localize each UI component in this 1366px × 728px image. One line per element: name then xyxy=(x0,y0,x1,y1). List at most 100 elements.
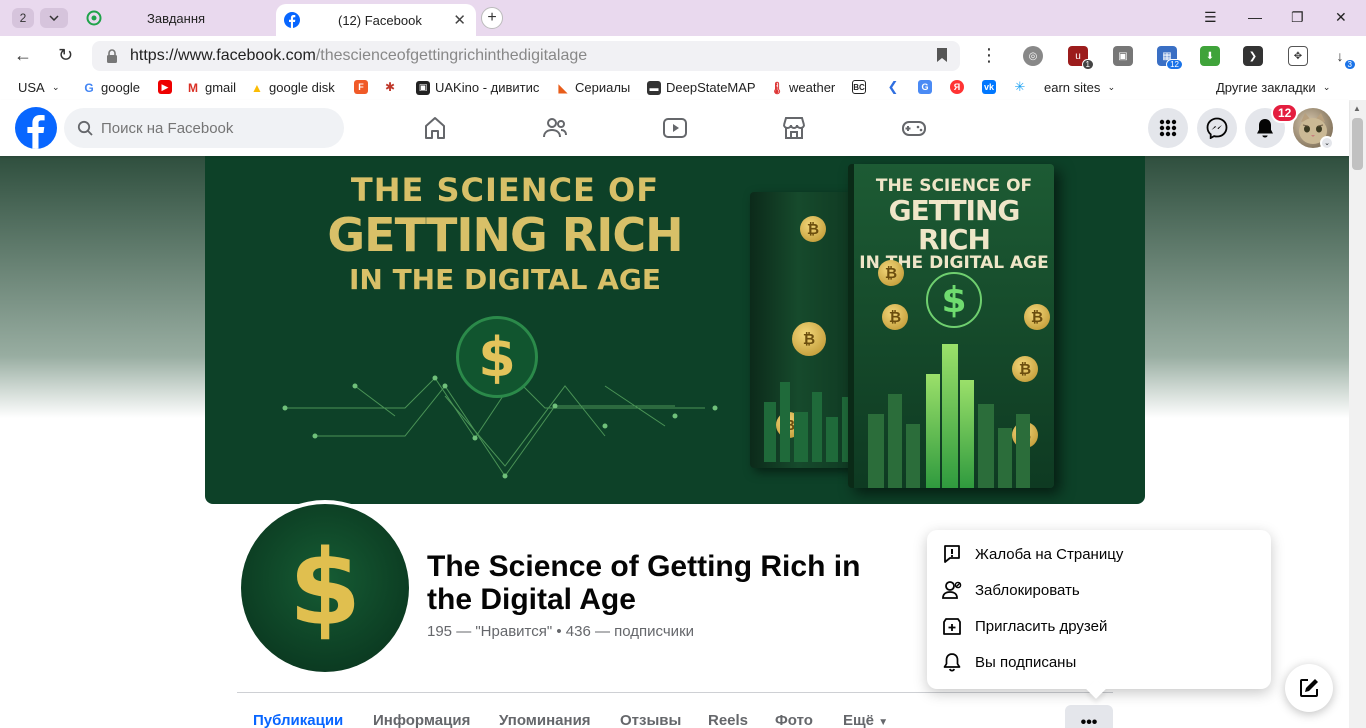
bookmark-arrow-site[interactable]: ❮ xyxy=(886,79,905,94)
page-scrollbar[interactable]: ▲ xyxy=(1349,100,1366,728)
chevron-down-icon: ⌄ xyxy=(51,82,60,92)
tab-zavdannya[interactable]: Завдання xyxy=(78,4,274,32)
facebook-search-box[interactable] xyxy=(64,108,344,148)
friends-nav-icon[interactable] xyxy=(541,114,569,142)
report-icon xyxy=(941,543,963,565)
tab-photos[interactable]: Фото xyxy=(775,712,813,728)
chevron-down-icon: ⌄ xyxy=(1322,82,1331,92)
menu-grid-icon[interactable] xyxy=(1148,108,1188,148)
snowflake-icon: ✳ xyxy=(1013,79,1027,94)
page-more-options-button[interactable]: ••• xyxy=(1065,705,1113,728)
bitcoin-icon: ₿ xyxy=(1024,304,1050,330)
bookmark-icon[interactable] xyxy=(936,47,948,63)
download-extension-icon[interactable]: ⬇ xyxy=(1200,46,1220,66)
bookmark-star-site[interactable]: ✱ xyxy=(383,80,402,94)
search-input[interactable] xyxy=(101,119,321,137)
translate-icon: G xyxy=(918,80,932,94)
bookmarks-bar: USA ⌄ Ggoogle ▶ Mgmail ▲ google disk F ✱ … xyxy=(0,76,1366,100)
page-title: The Science of Getting Rich in the Digit… xyxy=(427,550,861,616)
gmail-icon: M xyxy=(186,80,200,95)
tab-list-chevron-icon[interactable] xyxy=(40,8,68,28)
bookmark-vk[interactable]: vk xyxy=(982,80,1001,94)
dollar-circle-icon: $ xyxy=(926,272,982,328)
downloads-icon[interactable]: ↓ 3 xyxy=(1330,46,1356,70)
new-message-compose-button[interactable] xyxy=(1285,664,1333,712)
invite-icon xyxy=(941,615,963,637)
puzzle-extension-icon[interactable]: ✥ xyxy=(1288,46,1308,66)
tabs-divider xyxy=(237,692,1113,693)
url-field[interactable]: https://www.facebook.com/thescienceofget… xyxy=(92,41,960,71)
cover-photo[interactable]: THE SCIENCE OF GETTING RICH IN THE DIGIT… xyxy=(205,156,1145,504)
home-nav-icon[interactable] xyxy=(421,114,449,142)
bookmark-deepstatemap[interactable]: ▬ DeepStateMAP xyxy=(647,80,756,95)
bookmark-other-folder[interactable]: Другие закладки ⌄ xyxy=(1216,80,1330,95)
dropdown-item-label: Пригласить друзей xyxy=(975,617,1108,635)
bookmark-google[interactable]: Ggoogle xyxy=(82,80,140,95)
messenger-icon[interactable] xyxy=(1197,108,1237,148)
browser-menu-icon[interactable]: ☰ xyxy=(1204,9,1217,26)
dropdown-report-page[interactable]: Жалоба на Страницу xyxy=(941,540,1257,568)
tab-info[interactable]: Информация xyxy=(373,712,470,728)
block-user-icon xyxy=(941,579,963,601)
notifications-count-badge: 12 xyxy=(1271,103,1299,123)
tabs-extension-icon[interactable]: ▦ 12 xyxy=(1157,46,1183,70)
dropdown-invite-friends[interactable]: Пригласить друзей xyxy=(941,612,1257,640)
bookmark-google-disk[interactable]: ▲ google disk xyxy=(250,80,335,95)
yandex-icon: Я xyxy=(950,80,964,94)
city-skyline-decoration xyxy=(868,344,1030,488)
back-arrow-icon[interactable]: ← xyxy=(14,45,32,66)
bookmark-serialy[interactable]: ◣ Сериалы xyxy=(556,80,630,95)
globe-extension-icon[interactable]: ◎ xyxy=(1023,46,1043,66)
tab-reels[interactable]: Reels xyxy=(708,712,748,728)
tab-mentions[interactable]: Упоминания xyxy=(499,712,591,728)
video-nav-icon[interactable] xyxy=(661,114,689,142)
restore-icon[interactable]: ❐ xyxy=(1291,9,1304,26)
bookmark-bc[interactable]: BC xyxy=(852,80,871,94)
reload-icon[interactable]: ↻ xyxy=(58,45,73,66)
facebook-logo-icon[interactable] xyxy=(15,107,57,149)
minimize-icon[interactable]: — xyxy=(1248,9,1262,25)
fox-icon: ◣ xyxy=(556,80,570,95)
bookmark-uakino[interactable]: ▣ UAKino - дивитис xyxy=(416,80,539,95)
bookmark-snowflake[interactable]: ✳ xyxy=(1013,79,1032,94)
bookmark-usa-folder[interactable]: USA ⌄ xyxy=(18,80,60,95)
tab-count-button[interactable]: 2 xyxy=(12,8,34,28)
scrollbar-thumb[interactable] xyxy=(1352,118,1363,170)
bitcoin-icon: ₿ xyxy=(792,322,826,356)
bookmark-youtube[interactable]: ▶ xyxy=(158,80,177,94)
tab-facebook[interactable]: (12) Facebook ✕ xyxy=(276,4,476,36)
briefcase-extension-icon[interactable]: ▣ xyxy=(1113,46,1133,66)
f-site-icon: F xyxy=(354,80,368,94)
browser-tab-bar: 2 Завдання (12) Facebook ✕ + ☰ — ❐ ✕ xyxy=(0,0,1366,36)
dropdown-block[interactable]: Заблокировать xyxy=(941,576,1257,604)
facebook-header: ⌄ xyxy=(0,100,1349,156)
bookmark-gmail[interactable]: Mgmail xyxy=(186,80,236,95)
close-window-icon[interactable]: ✕ xyxy=(1335,9,1347,26)
close-tab-icon[interactable]: ✕ xyxy=(453,11,466,29)
ublock-extension-icon[interactable]: u1 xyxy=(1068,46,1094,70)
bookmark-yandex[interactable]: Я xyxy=(950,80,969,94)
bookmark-f-site[interactable]: F xyxy=(354,80,373,94)
account-chevron-icon[interactable]: ⌄ xyxy=(1320,136,1334,150)
bookmark-earn-sites-folder[interactable]: earn sites ⌄ xyxy=(1044,80,1115,95)
city-skyline-decoration xyxy=(764,382,852,462)
lock-icon xyxy=(107,49,117,63)
star-site-icon: ✱ xyxy=(383,80,397,94)
profile-picture[interactable]: $ xyxy=(237,500,413,676)
tab-more[interactable]: Ещё ▼ xyxy=(843,712,888,728)
terminal-extension-icon[interactable]: ❯ xyxy=(1243,46,1263,66)
bookmark-weather[interactable]: 🌡 weather xyxy=(769,80,835,95)
tab-reviews[interactable]: Отзывы xyxy=(620,712,681,728)
more-vertical-icon[interactable]: ⋮ xyxy=(980,45,998,66)
new-tab-plus-icon[interactable]: + xyxy=(481,7,503,29)
marketplace-nav-icon[interactable] xyxy=(780,114,808,142)
cover-title: THE SCIENCE OF GETTING RICH IN THE DIGIT… xyxy=(327,171,683,296)
dollar-coin-icon: $ xyxy=(456,316,538,398)
bc-icon: BC xyxy=(852,80,866,94)
dropdown-following[interactable]: Вы подписаны xyxy=(941,648,1257,676)
gaming-nav-icon[interactable] xyxy=(900,114,928,142)
tab-publications[interactable]: Публикации xyxy=(253,712,343,728)
page-stats[interactable]: 195 — "Нравится" • 436 — подписчики xyxy=(427,623,694,640)
bookmark-translate[interactable]: G xyxy=(918,80,937,94)
scroll-up-arrow-icon[interactable]: ▲ xyxy=(1353,104,1361,113)
